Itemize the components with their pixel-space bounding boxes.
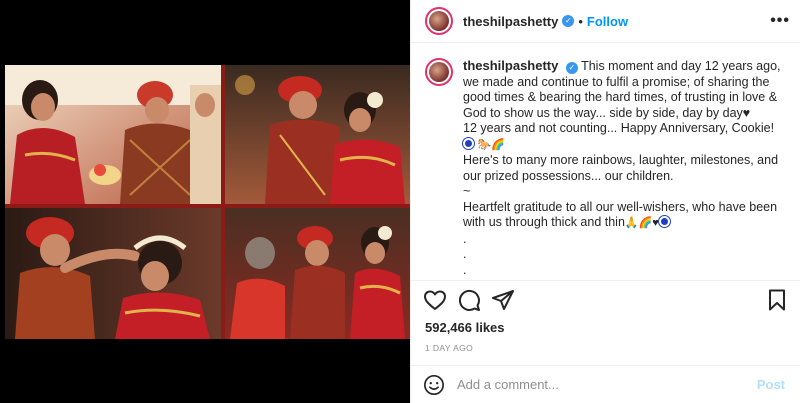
- verified-badge-icon: ✓: [562, 15, 575, 27]
- bookmark-icon[interactable]: [765, 288, 789, 312]
- caption-text: theshilpashetty ✓ This moment and day 12…: [463, 58, 787, 280]
- caption-verified-badge-icon: ✓: [565, 62, 578, 74]
- post-comment-button[interactable]: Post: [757, 377, 785, 392]
- avatar-image: [429, 11, 449, 31]
- wedding-photo-embrace: [225, 65, 410, 204]
- follow-button[interactable]: Follow: [587, 14, 628, 29]
- caption-line-4-emoji: 🙏🌈♥: [624, 217, 659, 229]
- smiley-icon[interactable]: [423, 374, 445, 396]
- action-bar: [411, 280, 800, 318]
- post-header: theshilpashetty ✓ • Follow •••: [411, 0, 800, 43]
- avatar[interactable]: [425, 7, 453, 35]
- wedding-photo-ritual: [5, 65, 221, 204]
- post-media[interactable]: [0, 0, 410, 403]
- instagram-post: theshilpashetty ✓ • Follow ••• theshilpa…: [0, 0, 800, 403]
- caption-dot: .: [463, 247, 467, 261]
- wedding-photo-pheras: [225, 208, 410, 339]
- comment-icon[interactable]: [457, 288, 481, 312]
- caption-line-3: Here's to many more rainbows, laughter, …: [463, 153, 779, 183]
- caption-line-2: 12 years and not counting... Happy Anniv…: [463, 121, 775, 135]
- caption-paragraph-2: 12 years and not counting... Happy Anniv…: [463, 121, 787, 153]
- caption-paragraph-4: Heartfelt gratitude to all our well-wish…: [463, 200, 787, 232]
- likes-count[interactable]: 592,466 likes: [425, 320, 505, 335]
- evil-eye-icon: [463, 137, 474, 149]
- heart-icon[interactable]: [423, 288, 447, 312]
- more-options-icon[interactable]: •••: [770, 12, 790, 30]
- caption-avatar[interactable]: [425, 58, 453, 86]
- wedding-photo-sindoor: [5, 208, 221, 339]
- caption-dot: .: [463, 262, 467, 277]
- timestamp[interactable]: 1 DAY AGO: [425, 343, 473, 353]
- caption-paragraph-1: theshilpashetty ✓ This moment and day 12…: [463, 58, 787, 121]
- photo-collage: [5, 65, 410, 339]
- comment-input[interactable]: [457, 377, 757, 392]
- post-sidebar: theshilpashetty ✓ • Follow ••• theshilpa…: [410, 0, 800, 403]
- caption-username-link[interactable]: theshilpashetty: [463, 58, 558, 73]
- username-link[interactable]: theshilpashetty: [463, 14, 558, 29]
- caption-dot: .: [463, 231, 467, 246]
- evil-eye-icon-2: [658, 216, 670, 227]
- caption-area: theshilpashetty ✓ This moment and day 12…: [411, 44, 800, 280]
- share-icon[interactable]: [491, 288, 515, 312]
- caption-line-4: Heartfelt gratitude to all our well-wish…: [463, 199, 778, 230]
- caption-line-2-emoji: 🐎🌈: [477, 138, 505, 151]
- separator-dot: •: [578, 13, 583, 29]
- comment-box: Post: [411, 365, 800, 403]
- caption-avatar-image: [429, 62, 449, 82]
- caption-tilde: ~: [463, 184, 471, 198]
